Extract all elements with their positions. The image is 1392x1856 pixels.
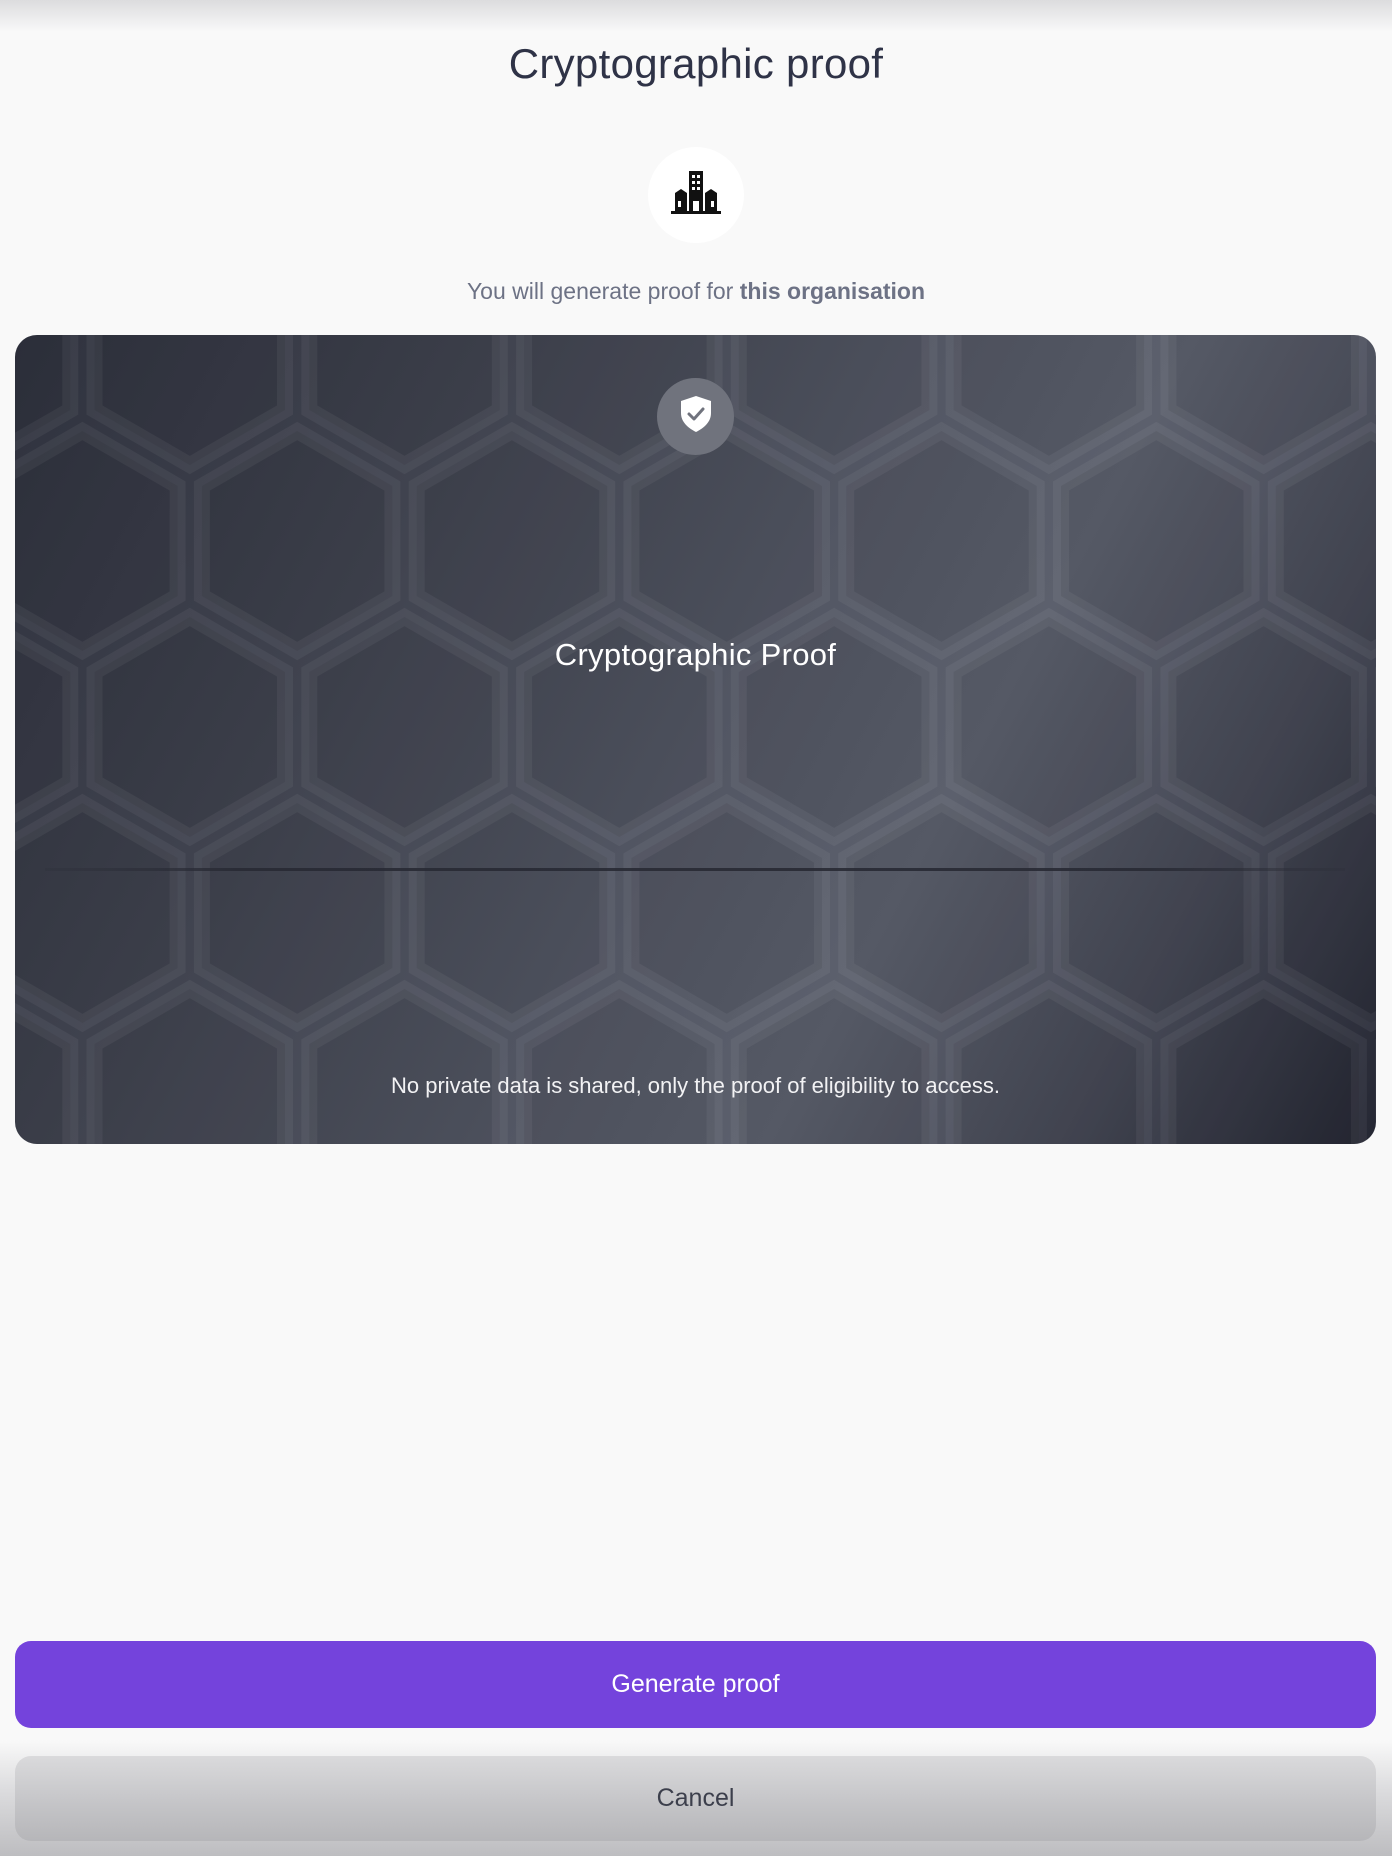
hexagon-tile	[15, 793, 186, 1033]
proof-card-divider	[45, 868, 1345, 871]
hexagon-tile	[623, 793, 830, 1033]
proof-card-title: Cryptographic Proof	[554, 637, 837, 672]
organisation-prompt-emphasis: this organisation	[739, 278, 926, 304]
hexagon-tile	[193, 793, 401, 1033]
cancel-button[interactable]: Cancel	[15, 1756, 1376, 1841]
page-title: Cryptographic proof	[508, 40, 884, 87]
hexagon-tile	[623, 421, 830, 661]
shield-check-icon	[679, 395, 713, 438]
hexagon-tile	[408, 421, 616, 661]
hexagon-tile	[1053, 793, 1260, 1033]
organisation-prompt: You will generate proof for this organis…	[0, 278, 1392, 305]
hexagon-pattern	[15, 335, 1376, 1144]
proof-card-footer: No private data is shared, only the proo…	[391, 1073, 1000, 1098]
hexagon-tile	[15, 421, 186, 661]
hexagon-tile	[1267, 421, 1376, 661]
shield-badge	[657, 378, 734, 455]
hexagon-tile	[1053, 421, 1260, 661]
hexagon-tile	[408, 793, 616, 1033]
hexagon-tile	[1160, 979, 1367, 1144]
hexagon-tile	[730, 979, 938, 1144]
hexagon-tile	[945, 979, 1153, 1144]
hexagon-tile	[193, 421, 401, 661]
hexagon-tile	[516, 979, 723, 1144]
generate-proof-button[interactable]: Generate proof	[15, 1641, 1376, 1728]
hexagon-tile	[301, 979, 508, 1144]
hexagon-tile	[1267, 793, 1376, 1033]
hexagon-tile	[86, 979, 293, 1144]
organisation-avatar	[648, 147, 744, 243]
hexagon-tile	[838, 421, 1045, 661]
top-shade	[0, 0, 1392, 32]
building-icon	[671, 170, 721, 220]
proof-card: Cryptographic Proof No private data is s…	[15, 335, 1376, 1144]
hexagon-tile	[838, 793, 1045, 1033]
organisation-prompt-prefix: You will generate proof for	[466, 278, 734, 304]
